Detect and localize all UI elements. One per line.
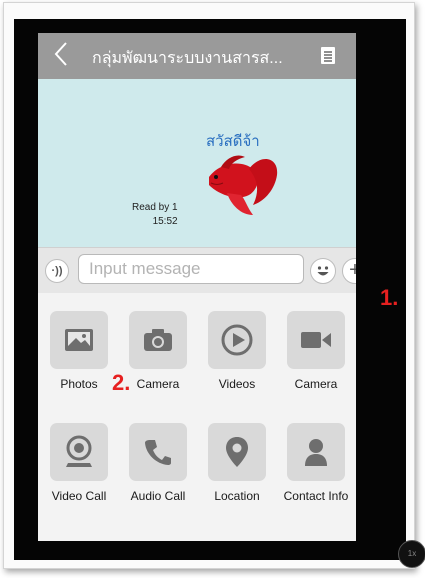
voice-icon: ·)): [51, 265, 63, 277]
action-audio-call[interactable]: Audio Call: [120, 423, 196, 503]
action-videos[interactable]: Videos: [199, 311, 275, 391]
action-label: Location: [214, 489, 260, 503]
chat-area[interactable]: สวัสดีจ้า Read by 1 15:52: [38, 79, 356, 247]
smiley-icon: [317, 266, 329, 276]
phone-icon: [145, 440, 171, 465]
action-photos[interactable]: Photos: [41, 311, 117, 391]
menu-button[interactable]: [321, 47, 335, 64]
video-camera-icon: [301, 332, 331, 348]
action-label: Audio Call: [130, 489, 186, 503]
action-location[interactable]: Location: [199, 423, 275, 503]
person-icon: [305, 439, 327, 466]
step-1-annotation: 1.: [380, 285, 399, 310]
action-label: Camera: [294, 377, 338, 391]
webcam-icon: [66, 435, 92, 467]
video-call-button[interactable]: [50, 423, 108, 481]
plus-icon: +: [349, 259, 356, 281]
message-input[interactable]: [78, 254, 304, 284]
plus-button[interactable]: +: [342, 258, 356, 284]
attachment-menu: Photos Camera Videos Camera Video Call A…: [38, 293, 356, 541]
phone-screen: กลุ่มพัฒนาระบบงานสารส... สวัสดีจ้า Read …: [38, 33, 356, 541]
emoji-button[interactable]: [310, 258, 336, 284]
input-bar: ·)) +: [38, 247, 356, 294]
action-label: Camera: [136, 377, 180, 391]
message-time: 15:52: [152, 216, 178, 227]
action-camera[interactable]: Camera: [120, 311, 196, 391]
videos-button[interactable]: [208, 311, 266, 369]
action-label: Photos: [60, 377, 98, 391]
action-video-call[interactable]: Video Call: [41, 423, 117, 503]
back-button[interactable]: [54, 41, 78, 71]
chevron-left-icon: [54, 42, 67, 66]
location-button[interactable]: [208, 423, 266, 481]
photo-icon: [65, 329, 93, 351]
read-status: Read by 1: [132, 202, 178, 213]
action-label: Contact Info: [283, 489, 349, 503]
voice-button[interactable]: ·)): [45, 259, 69, 283]
chat-header: กลุ่มพัฒนาระบบงานสารส...: [38, 33, 356, 79]
audio-call-button[interactable]: [129, 423, 187, 481]
zoom-badge: 1x: [398, 540, 425, 568]
fish-icon: [209, 155, 278, 215]
betta-fish-sticker[interactable]: [201, 149, 281, 224]
location-pin-icon: [226, 437, 248, 467]
action-label: Video Call: [51, 489, 107, 503]
video-camera-button[interactable]: [287, 311, 345, 369]
camera-icon: [144, 329, 172, 351]
read-receipt: Read by 1 15:52: [132, 201, 178, 229]
chat-title: กลุ่มพัฒนาระบบงานสารส...: [92, 50, 283, 67]
play-icon: [221, 324, 253, 356]
action-video-camera[interactable]: Camera: [278, 311, 354, 391]
step-2-annotation: 2.: [112, 370, 131, 395]
contact-info-button[interactable]: [287, 423, 345, 481]
photos-button[interactable]: [50, 311, 108, 369]
action-label: Videos: [218, 377, 256, 391]
camera-button[interactable]: [129, 311, 187, 369]
action-contact-info[interactable]: Contact Info: [278, 423, 354, 503]
